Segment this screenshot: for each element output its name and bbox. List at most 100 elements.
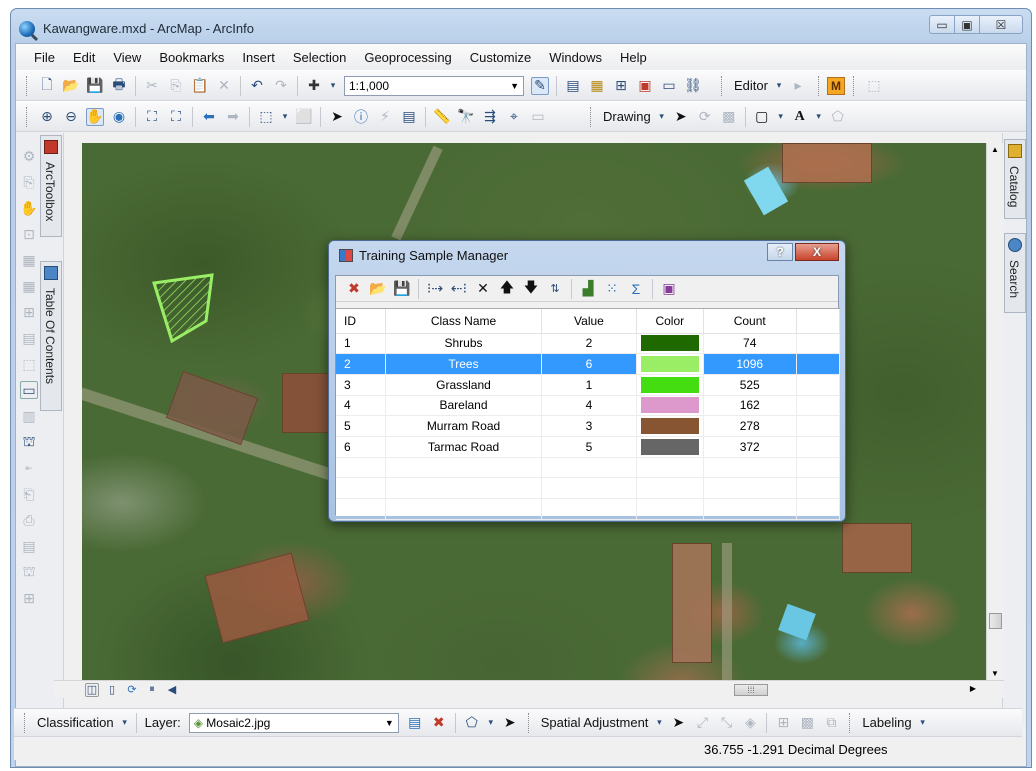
table-row[interactable]: 6 Tarmac Road 5 372 — [336, 436, 841, 458]
cell-id[interactable]: 5 — [336, 415, 386, 437]
editor-menu[interactable]: Editor — [734, 78, 768, 93]
undo-icon[interactable]: ↶ — [248, 77, 266, 95]
cut-icon[interactable]: ✂ — [143, 77, 161, 95]
cell-class-name[interactable]: Tarmac Road — [385, 436, 543, 458]
chevron-down-icon[interactable]: ▾ — [775, 77, 783, 95]
edit-tool-icon[interactable]: ▸ — [789, 77, 807, 95]
modify-link-icon[interactable]: ⤡ — [717, 714, 735, 732]
scroll-left-icon[interactable]: ◀ — [165, 683, 179, 697]
toolbar-grip[interactable] — [24, 712, 27, 733]
draw-polygon-icon[interactable]: ⬠ — [463, 714, 481, 732]
horizontal-scroll-thumb[interactable]: ⁞⁞⁞ — [734, 684, 768, 696]
toolbar-grip[interactable] — [849, 712, 852, 733]
cell-count[interactable]: 1096 — [703, 353, 797, 375]
cell-class-name[interactable]: Grassland — [385, 374, 543, 396]
cell-value[interactable]: 3 — [541, 415, 637, 437]
layout-view-icon[interactable]: ▯ — [105, 683, 119, 697]
select-elements-icon[interactable]: ➤ — [672, 108, 690, 126]
pan-icon[interactable]: ✋ — [86, 107, 104, 126]
tool-icon[interactable]: ⎙ — [20, 511, 38, 529]
refresh-icon[interactable]: ⟳ — [125, 683, 139, 697]
histogram-icon[interactable]: ▟ — [579, 280, 597, 298]
training-sample-manager-icon[interactable]: ▤ — [406, 714, 424, 732]
cell-count[interactable]: 278 — [703, 415, 797, 437]
tool-icon[interactable]: ⊡ — [20, 225, 38, 243]
new-displacement-link-icon[interactable]: ⤢ — [693, 714, 711, 732]
toolbar-grip[interactable] — [817, 75, 821, 96]
menu-customize[interactable]: Customize — [470, 50, 531, 65]
tool-icon[interactable]: ⎗ — [20, 485, 38, 503]
chevron-down-icon[interactable]: ▾ — [121, 714, 129, 732]
spatial-adjustment-menu[interactable]: Spatial Adjustment — [541, 715, 649, 730]
table-row[interactable]: 3 Grassland 1 525 — [336, 374, 841, 396]
move-up-icon[interactable]: 🡅 — [498, 279, 516, 298]
dialog-close-button[interactable]: X — [795, 243, 839, 261]
table-row[interactable]: 2 Trees 6 1096 — [336, 353, 841, 375]
map-scale-combo[interactable]: 1:1,000 ▼ — [344, 75, 524, 96]
menu-file[interactable]: File — [34, 50, 55, 65]
cell-color[interactable] — [636, 395, 704, 417]
cell-class-name[interactable]: Bareland — [385, 395, 543, 417]
hyperlink-icon[interactable]: ⚡ — [376, 108, 394, 126]
edit-vertices-icon[interactable]: ⬠ — [829, 108, 847, 126]
zoom-out-icon[interactable]: ⊖ — [62, 108, 80, 126]
merge-classes-icon[interactable]: ✖ — [345, 280, 363, 298]
column-header-class-name[interactable]: Class Name — [385, 309, 543, 334]
full-extent-icon[interactable]: ◉ — [110, 108, 128, 126]
cell-id[interactable]: 6 — [336, 436, 386, 458]
color-swatch[interactable] — [640, 418, 699, 435]
tab-search[interactable]: Search — [1004, 233, 1026, 313]
arctoolbox-icon[interactable]: ▣ — [636, 77, 654, 95]
select-features-icon[interactable]: ⬚ — [257, 108, 275, 126]
scroll-down-icon[interactable]: ▼ — [991, 669, 999, 678]
toolbar-grip[interactable] — [527, 712, 531, 733]
create-signature-file-icon[interactable]: ▣ — [660, 280, 678, 298]
table-of-contents-icon[interactable]: ▤ — [564, 77, 582, 95]
reset-class-values-icon[interactable]: ⇅ — [546, 280, 564, 298]
scatterplot-icon[interactable]: ⁙ — [603, 280, 621, 298]
adjustment-preview-icon[interactable]: ▩ — [798, 714, 816, 732]
m-tool-icon[interactable]: M — [826, 76, 845, 95]
cell-value[interactable]: 2 — [541, 333, 637, 355]
print-icon[interactable]: 🖶 — [110, 76, 128, 95]
forward-arrow-icon[interactable]: ➡ — [224, 108, 242, 126]
chevron-down-icon[interactable]: ▾ — [919, 714, 927, 732]
cell-class-name[interactable]: Shrubs — [385, 333, 543, 355]
python-window-icon[interactable]: ▭ — [660, 77, 678, 95]
cell-class-name[interactable]: Trees — [385, 353, 543, 375]
cell-id[interactable]: 2 — [336, 353, 386, 375]
menu-windows[interactable]: Windows — [549, 50, 602, 65]
find-icon[interactable]: 🔭 — [457, 108, 475, 126]
table-row[interactable]: 5 Murram Road 3 278 — [336, 415, 841, 437]
menu-bookmarks[interactable]: Bookmarks — [159, 50, 224, 65]
color-swatch[interactable] — [640, 376, 699, 393]
cell-color[interactable] — [636, 353, 704, 375]
classification-menu[interactable]: Classification — [37, 715, 114, 730]
paste-icon[interactable]: 📋 — [191, 77, 209, 95]
cell-count[interactable]: 372 — [703, 436, 797, 458]
save-icon[interactable]: 💾 — [86, 77, 104, 95]
tab-arctoolbox[interactable]: ArcToolbox — [40, 135, 62, 237]
tool-icon[interactable]: ⬚ — [20, 355, 38, 373]
chevron-down-icon[interactable]: ▾ — [658, 108, 666, 126]
column-header-value[interactable]: Value — [541, 309, 637, 334]
training-sample-polygon[interactable] — [150, 273, 220, 343]
fixed-zoom-in-icon[interactable]: ⛶ — [143, 108, 161, 126]
rectangle-icon[interactable]: ▢ — [753, 108, 771, 126]
layer-combo[interactable]: ◈ Mosaic2.jpg ▼ — [188, 712, 399, 733]
tool-icon[interactable]: ⎘ — [20, 173, 38, 191]
data-view-icon[interactable]: ◫ — [85, 682, 99, 697]
redo-icon[interactable]: ↷ — [272, 77, 290, 95]
rotate-icon[interactable]: ⟳ — [696, 108, 714, 126]
merge-class-icon[interactable]: ⇠⁝ — [450, 280, 468, 298]
tool-icon[interactable]: ▤ — [20, 329, 38, 347]
scroll-right-icon[interactable]: ▶ — [970, 684, 976, 693]
copy-icon[interactable]: ⎘ — [167, 77, 185, 95]
tool-icon[interactable]: ▥ — [20, 407, 38, 425]
identify-icon[interactable]: ⓘ — [352, 108, 370, 126]
find-route-icon[interactable]: ⇶ — [481, 108, 499, 126]
delete-class-icon[interactable]: ✕ — [474, 280, 492, 298]
add-data-icon[interactable]: ✚ — [305, 77, 323, 95]
tool-icon[interactable]: ⛫ — [20, 433, 38, 451]
vertical-scroll-thumb[interactable] — [989, 613, 1002, 629]
